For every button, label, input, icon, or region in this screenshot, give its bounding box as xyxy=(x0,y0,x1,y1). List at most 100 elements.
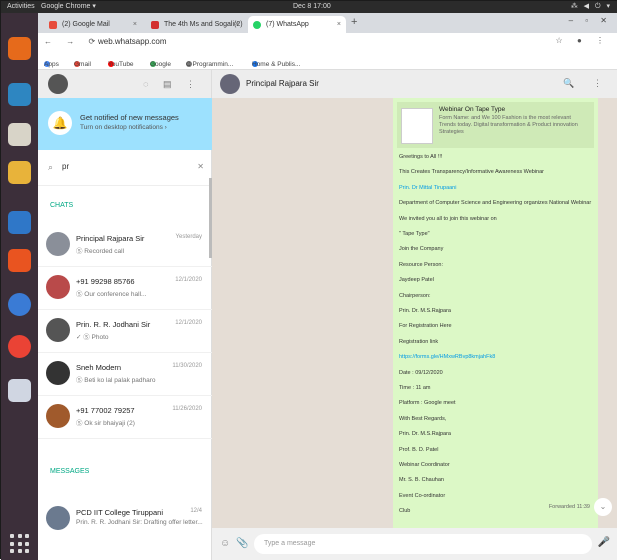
youtube-icon xyxy=(151,21,159,29)
tab-label: (7) WhatsApp xyxy=(266,21,309,28)
microphone-icon[interactable]: 🎤 xyxy=(598,537,610,548)
avatar xyxy=(46,361,70,385)
sidebar-header: ◌ ▤ ⋮ xyxy=(38,70,212,98)
avatar xyxy=(46,506,70,530)
chat-last-message: ✓ Ⓢ Photo xyxy=(76,334,109,341)
close-icon[interactable]: × xyxy=(133,16,137,33)
new-tab-button[interactable]: + xyxy=(351,16,357,28)
whatsapp-icon xyxy=(253,21,261,29)
app-menu[interactable]: Google Chrome ▾ xyxy=(41,1,96,13)
attach-icon[interactable]: 📎 xyxy=(236,538,248,549)
bookmarks-bar: Apps Gmail YouTube Google C Programmin..… xyxy=(38,53,617,70)
chat-item[interactable]: Prin. R. R. Jodhani Sir ✓ Ⓢ Photo 12/1/2… xyxy=(38,310,212,353)
message-line: With Best Regards, xyxy=(399,415,447,422)
message-line: Resource Person: xyxy=(399,261,444,268)
chat-time: 12/4 xyxy=(190,508,202,514)
show-applications-icon[interactable] xyxy=(10,534,30,554)
chat-last-message: Ⓢ Ok sir bhaiyaji (2) xyxy=(76,420,135,427)
message-line: Platform : Google meet xyxy=(399,400,456,407)
address-bar[interactable]: web.whatsapp.com xyxy=(98,37,166,46)
message-line: Prin. Dr. M.S.Rajpara xyxy=(399,431,451,438)
search-icon: ⌕ xyxy=(48,162,54,172)
impress-icon[interactable] xyxy=(8,379,31,402)
whatsapp-web: ◌ ▤ ⋮ 🔔 Get notified of new messages Tur… xyxy=(38,70,617,560)
scroll-down-button[interactable]: ⌄ xyxy=(594,498,612,516)
chat-last-message: Ⓢ Recorded call xyxy=(76,248,125,255)
clock[interactable]: Dec 8 17:00 xyxy=(293,1,331,13)
help-icon[interactable] xyxy=(8,293,31,316)
system-top-bar: Activities Google Chrome ▾ Dec 8 17:00 ⁂… xyxy=(1,1,617,13)
messages-section-label: MESSAGES xyxy=(50,468,90,475)
gmail-icon xyxy=(49,21,57,29)
message-bubble: Webinar On Tape Type Form Name: and We 1… xyxy=(393,98,598,528)
conversation-title[interactable]: Principal Rajpara Sir xyxy=(246,79,319,88)
chat-name: Principal Rajpara Sir xyxy=(76,234,145,243)
message-input[interactable]: Type a message xyxy=(254,534,592,554)
writer-icon[interactable] xyxy=(8,211,31,234)
window-controls[interactable]: – ▫ ✕ xyxy=(569,16,612,25)
close-icon[interactable]: × xyxy=(235,16,239,33)
chat-item[interactable]: +91 77002 79257 Ⓢ Ok sir bhaiyaji (2) 11… xyxy=(38,396,212,439)
search-input[interactable]: pr xyxy=(62,162,69,171)
message-line: Join the Company xyxy=(399,246,444,253)
avatar xyxy=(46,318,70,342)
chat-time: 12/1/2020 xyxy=(175,320,202,326)
chrome-icon[interactable] xyxy=(8,335,31,358)
conversation-header: Principal Rajpara Sir 🔍 ⋮ xyxy=(212,70,617,98)
message-line: Date : 09/12/2020 xyxy=(399,369,443,376)
message-line: " Tape Type" xyxy=(399,231,430,237)
tab-strip: (2) Google Mail × The 4th Ms and Sogali(… xyxy=(38,13,617,33)
chat-item[interactable]: Principal Rajpara Sir Ⓢ Recorded call Ye… xyxy=(38,224,212,267)
avatar xyxy=(46,232,70,256)
message-line: Jaydeep Patel xyxy=(399,277,434,284)
clear-search-icon[interactable]: ✕ xyxy=(197,162,204,171)
thunderbird-icon[interactable] xyxy=(8,83,31,106)
tab-gmail[interactable]: (2) Google Mail × xyxy=(44,16,142,33)
activities-button[interactable]: Activities xyxy=(7,1,35,13)
chat-time: 12/1/2020 xyxy=(175,277,202,283)
chat-name: +91 99298 85766 xyxy=(76,277,135,286)
notification-subtitle[interactable]: Turn on desktop notifications › xyxy=(80,124,167,131)
chats-section-label: CHATS xyxy=(50,202,74,209)
search-bar: ⌕ pr ✕ xyxy=(38,150,212,186)
avatar[interactable] xyxy=(48,74,68,94)
chat-item[interactable]: Sneh Modern Ⓢ Beti ko lal palak padharo … xyxy=(38,353,212,396)
message-line: Mr. S. B. Chauhan xyxy=(399,477,444,484)
message-line: We invited you all to join this webinar … xyxy=(399,215,497,222)
files-icon[interactable] xyxy=(8,123,31,146)
launcher-dock xyxy=(1,13,38,560)
conversation-header-icons[interactable]: 🔍 ⋮ xyxy=(563,78,610,89)
firefox-icon[interactable] xyxy=(8,37,31,60)
rhythmbox-icon[interactable] xyxy=(8,161,31,184)
chat-time: 11/26/2020 xyxy=(172,406,202,412)
preview-thumbnail xyxy=(401,108,433,144)
chat-name: +91 77002 79257 xyxy=(76,406,135,415)
chat-name: Sneh Modern xyxy=(76,363,122,372)
tab-youtube[interactable]: The 4th Ms and Sogali(2) × xyxy=(146,16,244,33)
composer: ☺ 📎 Type a message 🎤 xyxy=(212,528,617,560)
preview-description: Form Name: and We 100 Fashion is the mos… xyxy=(439,115,578,135)
emoji-icon[interactable]: ☺ xyxy=(220,538,230,549)
message-link[interactable]: Prin. Dr Mittal Tirupaani xyxy=(399,185,456,191)
link-preview[interactable]: Webinar On Tape Type Form Name: and We 1… xyxy=(397,102,594,148)
notification-banner[interactable]: 🔔 Get notified of new messages Turn on d… xyxy=(38,98,212,150)
message-line: Greetings to All !!! xyxy=(399,154,443,160)
system-tray[interactable]: ⁂ ◀ ⏻ ▾ xyxy=(571,1,612,13)
close-icon[interactable]: × xyxy=(337,16,341,33)
chat-last-message: Ⓢ Our conference hall... xyxy=(76,291,147,298)
software-center-icon[interactable] xyxy=(8,249,31,272)
avatar[interactable] xyxy=(220,74,240,94)
tab-whatsapp[interactable]: (7) WhatsApp × xyxy=(248,16,346,33)
browser-tools[interactable]: ☆ ● ⋮ xyxy=(556,36,610,45)
message-line: This Creates Transparency/Informative Aw… xyxy=(399,169,545,176)
chat-last-message: Prin. R. R. Jodhani Sir: Drafting offer … xyxy=(76,519,203,526)
sidebar-header-icons[interactable]: ◌ ▤ ⋮ xyxy=(143,79,201,90)
bell-icon: 🔔 xyxy=(48,111,72,135)
message-result-item[interactable]: PCD IIT College Tiruppani Prin. R. R. Jo… xyxy=(38,498,212,541)
chat-name: Prin. R. R. Jodhani Sir xyxy=(76,320,151,329)
avatar xyxy=(46,404,70,428)
navigation-buttons[interactable]: ← → ⟳ xyxy=(44,37,101,46)
chat-item[interactable]: +91 99298 85766 Ⓢ Our conference hall...… xyxy=(38,267,212,310)
message-link[interactable]: https://forms.gle/HMxwRBvp8kmjahFk8 xyxy=(399,354,495,360)
tab-label: (2) Google Mail xyxy=(62,21,110,28)
